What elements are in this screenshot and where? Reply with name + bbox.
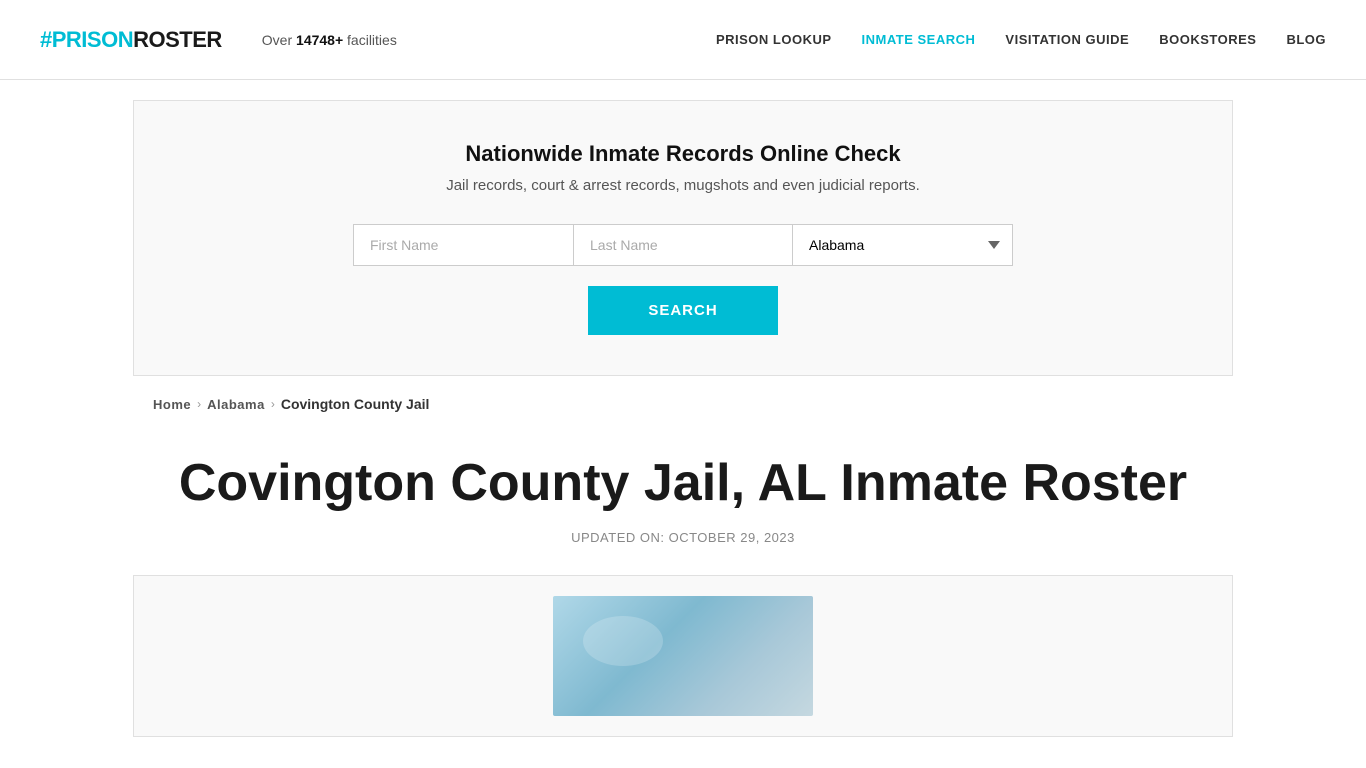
first-name-input[interactable] bbox=[353, 224, 573, 266]
search-form: Alabama Alaska Arizona Arkansas Californ… bbox=[194, 224, 1172, 335]
bottom-card bbox=[133, 575, 1233, 737]
breadcrumb-separator-1: › bbox=[197, 397, 201, 411]
updated-text: UPDATED ON: OCTOBER 29, 2023 bbox=[153, 530, 1213, 545]
breadcrumb-current: Covington County Jail bbox=[281, 396, 430, 412]
breadcrumb-state[interactable]: Alabama bbox=[207, 397, 265, 412]
site-logo[interactable]: #PRISONROSTER bbox=[40, 27, 222, 53]
nav-visitation-guide[interactable]: VISITATION GUIDE bbox=[1005, 32, 1129, 47]
breadcrumb-home[interactable]: Home bbox=[153, 397, 191, 412]
logo-prison: PRISON bbox=[52, 27, 133, 53]
logo-hash: # bbox=[40, 27, 52, 53]
search-panel: Nationwide Inmate Records Online Check J… bbox=[133, 100, 1233, 376]
facilities-count: 14748+ bbox=[296, 32, 343, 48]
page-title: Covington County Jail, AL Inmate Roster bbox=[153, 452, 1213, 514]
state-select[interactable]: Alabama Alaska Arizona Arkansas Californ… bbox=[793, 224, 1013, 266]
search-button-row: SEARCH bbox=[194, 286, 1172, 335]
breadcrumb: Home › Alabama › Covington County Jail bbox=[133, 396, 1233, 412]
search-button[interactable]: SEARCH bbox=[588, 286, 777, 335]
nav-inmate-search[interactable]: INMATE SEARCH bbox=[862, 32, 976, 47]
site-header: #PRISONROSTER Over 14748+ facilities PRI… bbox=[0, 0, 1366, 80]
nav-prison-lookup[interactable]: PRISON LOOKUP bbox=[716, 32, 832, 47]
logo-roster: ROSTER bbox=[133, 27, 222, 53]
nav-blog[interactable]: BLOG bbox=[1286, 32, 1326, 47]
main-nav: PRISON LOOKUP INMATE SEARCH VISITATION G… bbox=[716, 32, 1326, 47]
nav-bookstores[interactable]: BOOKSTORES bbox=[1159, 32, 1256, 47]
search-inputs-row: Alabama Alaska Arizona Arkansas Californ… bbox=[353, 224, 1013, 266]
search-panel-title: Nationwide Inmate Records Online Check bbox=[194, 141, 1172, 167]
facilities-prefix: Over bbox=[262, 32, 296, 48]
search-panel-subtitle: Jail records, court & arrest records, mu… bbox=[194, 177, 1172, 194]
breadcrumb-separator-2: › bbox=[271, 397, 275, 411]
card-image bbox=[553, 596, 813, 716]
page-title-section: Covington County Jail, AL Inmate Roster … bbox=[133, 452, 1233, 545]
facilities-text: Over 14748+ facilities bbox=[262, 32, 397, 48]
last-name-input[interactable] bbox=[573, 224, 793, 266]
facilities-suffix: facilities bbox=[343, 32, 397, 48]
